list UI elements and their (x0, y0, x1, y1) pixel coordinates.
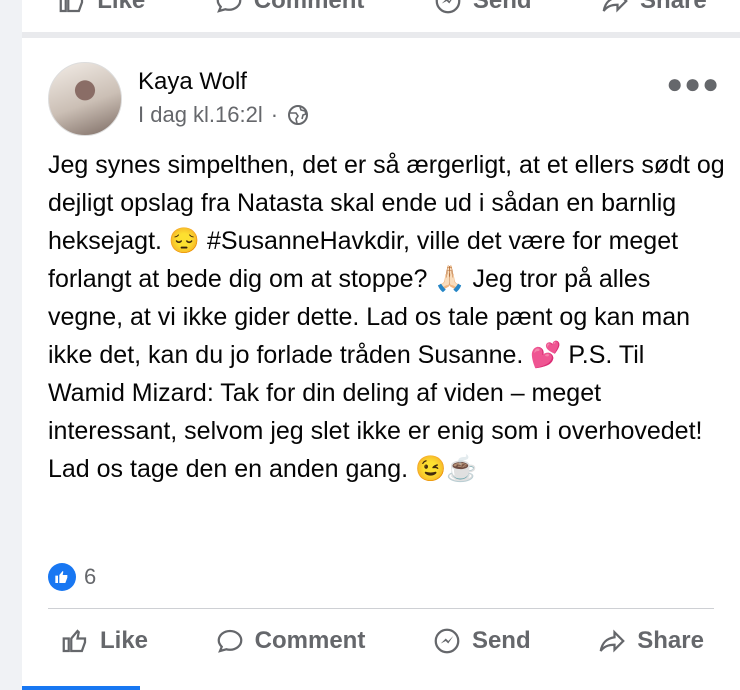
post-subline: I dag kl.16:2l · (138, 102, 310, 128)
actions-divider (48, 608, 714, 609)
comment-label: Comment (254, 627, 366, 654)
share-label: Share (637, 627, 704, 654)
avatar[interactable] (48, 62, 122, 136)
top-share-label: Share (640, 0, 707, 14)
post-timestamp[interactable]: I dag kl.16:2l (138, 102, 263, 128)
comment-icon (217, 629, 243, 653)
top-comment-button[interactable]: Comment (212, 0, 365, 16)
top-like-label: Like (97, 0, 146, 14)
more-options-icon[interactable]: ●●● (666, 68, 720, 100)
post-action-bar: Like Comment Send Share (48, 626, 714, 656)
previous-post-action-bar: Like Comment Send Share (22, 0, 740, 32)
messenger-icon (435, 0, 461, 14)
post-card: Kaya Wolf I dag kl.16:2l · ●●● Jeg synes… (22, 38, 740, 690)
selection-underline (22, 686, 140, 690)
share-icon (599, 629, 626, 653)
author-name[interactable]: Kaya Wolf (138, 68, 310, 96)
top-comment-label: Comment (253, 0, 365, 14)
like-reaction-icon (48, 563, 76, 591)
post-header: Kaya Wolf I dag kl.16:2l · (48, 62, 310, 136)
page-left-gutter (0, 0, 22, 690)
comment-button[interactable]: Comment (203, 626, 376, 656)
top-share-button[interactable]: Share (598, 0, 707, 16)
thumbs-up-icon (59, 0, 84, 13)
subline-separator: · (270, 102, 279, 127)
post-text: Jeg synes simpelthen, det er så ærgerlig… (48, 151, 725, 483)
like-button[interactable]: Like (48, 626, 158, 656)
share-icon (602, 0, 628, 13)
reaction-count: 6 (84, 564, 97, 589)
thumbs-up-icon (62, 629, 87, 653)
reaction-summary[interactable]: 6 (48, 563, 96, 591)
top-like-button[interactable]: Like (55, 0, 145, 16)
globe-icon[interactable] (286, 103, 310, 127)
messenger-icon (434, 628, 460, 654)
send-button[interactable]: Send (420, 626, 541, 656)
comment-icon (216, 0, 242, 13)
share-button[interactable]: Share (585, 626, 714, 656)
like-label: Like (100, 627, 149, 654)
top-send-label: Send (472, 0, 532, 14)
post-meta: Kaya Wolf I dag kl.16:2l · (138, 62, 310, 136)
top-send-button[interactable]: Send (431, 0, 532, 16)
send-label: Send (471, 627, 531, 654)
